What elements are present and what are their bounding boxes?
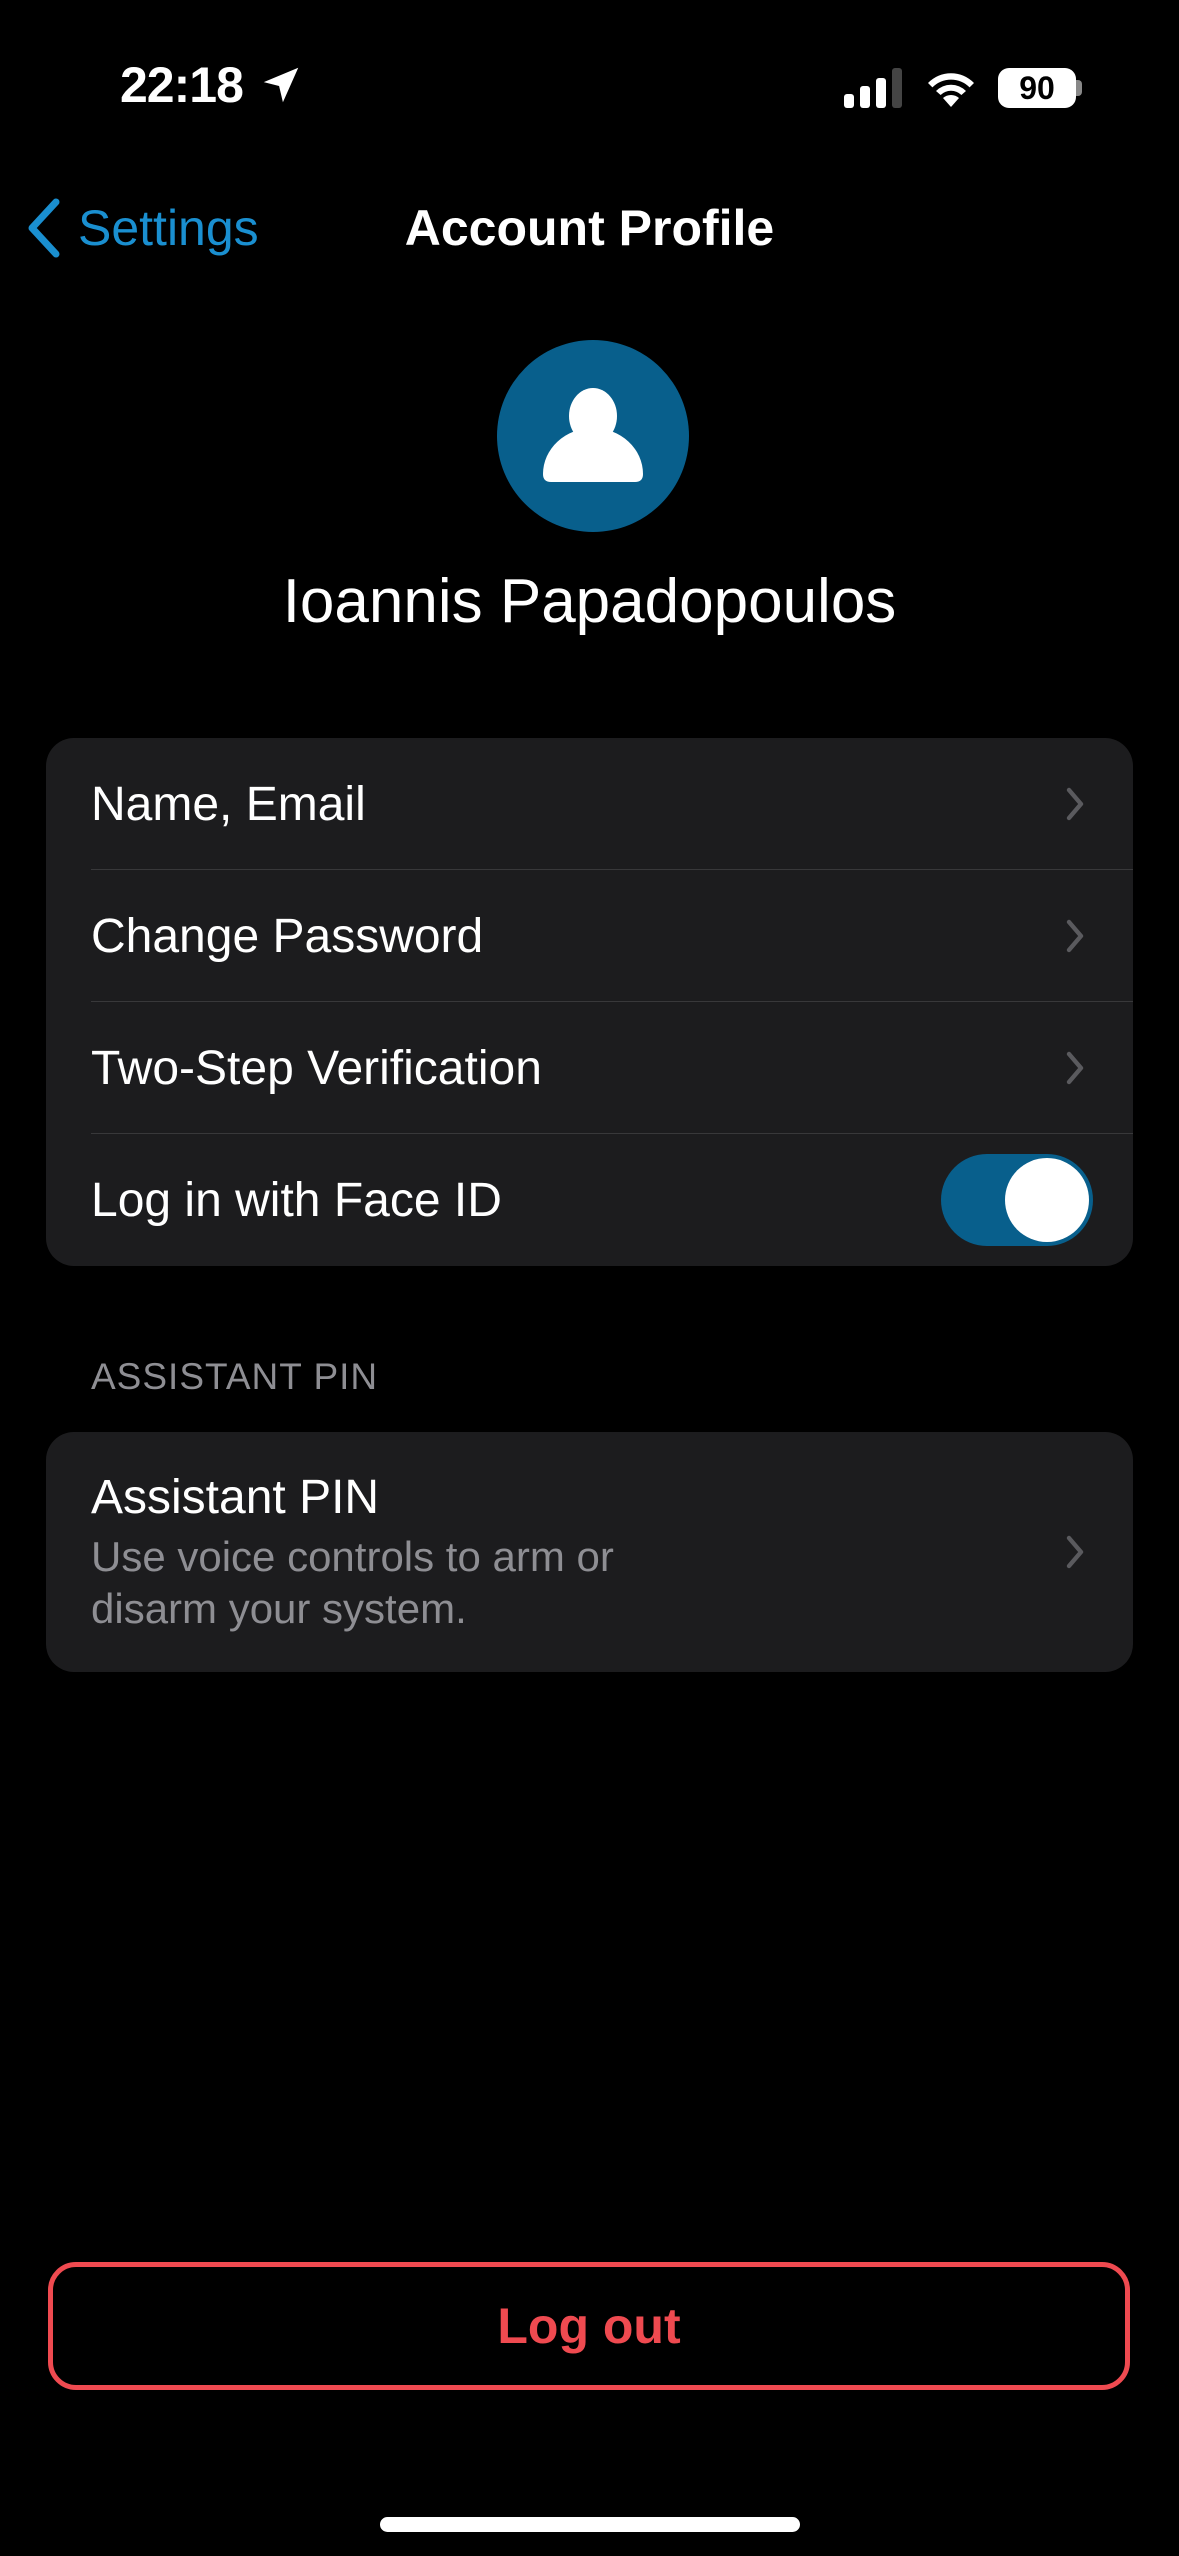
page-title: Account Profile [404,200,775,256]
logout-button[interactable]: Log out [48,2262,1130,2390]
row-two-step-verification[interactable]: Two-Step Verification [46,1002,1133,1134]
toggle-knob [1005,1158,1089,1242]
battery-indicator: 90 [998,68,1076,108]
row-label: Change Password [91,909,484,963]
row-subtitle: Use voice controls to arm or disarm your… [91,1532,614,1632]
account-settings-group: Name, Email Change Password Two-Step Ver… [46,738,1133,1266]
avatar [497,340,689,532]
face-id-toggle[interactable] [941,1154,1093,1246]
assistant-pin-group: Assistant PIN Use voice controls to arm … [46,1432,1133,1672]
chevron-right-icon [1066,1051,1084,1085]
location-arrow-icon [263,67,299,103]
wifi-icon [928,73,974,107]
section-header-assistant-pin: ASSISTANT PIN [91,1356,379,1397]
person-icon [543,388,643,482]
home-indicator[interactable] [380,2517,800,2532]
row-label: Log in with Face ID [91,1173,502,1227]
row-face-id: Log in with Face ID [46,1134,1133,1266]
chevron-right-icon [1066,787,1084,821]
row-name-email[interactable]: Name, Email [46,738,1133,870]
row-title: Assistant PIN [91,1470,380,1524]
profile-name: Ioannis Papadopoulos [282,567,897,636]
row-assistant-pin[interactable]: Assistant PIN Use voice controls to arm … [46,1432,1133,1672]
row-label: Name, Email [91,777,366,831]
status-time: 22:18 [120,57,244,113]
row-change-password[interactable]: Change Password [46,870,1133,1002]
row-label: Two-Step Verification [91,1041,542,1095]
battery-cap [1076,80,1082,96]
chevron-right-icon [1066,1535,1084,1569]
chevron-right-icon [1066,919,1084,953]
